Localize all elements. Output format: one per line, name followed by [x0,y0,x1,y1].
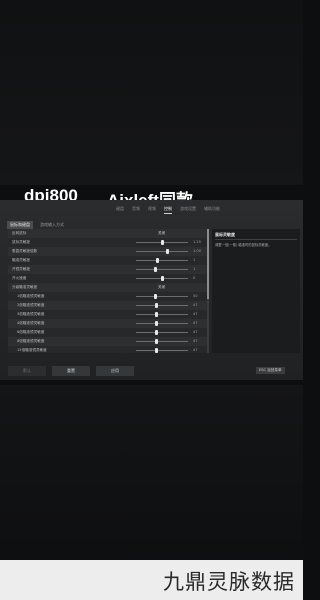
top-background [0,0,303,185]
slider-handle[interactable] [160,276,164,281]
setting-value[interactable]: 1 [193,258,195,262]
setting-value[interactable]: 1.00 [193,249,201,253]
slider-track[interactable] [136,305,188,306]
scrollbar-thumb[interactable] [207,229,209,299]
setting-row[interactable]: 开火速度 0 [8,274,207,283]
setting-value[interactable]: 1.25 [193,240,201,244]
setting-label: 4倍瞄准镜灵敏度 [17,321,45,325]
slider-handle[interactable] [154,267,158,272]
apply-button[interactable]: 应用 [96,366,134,376]
bottom-background [0,385,303,560]
setting-label: 3倍瞄准镜灵敏度 [17,312,45,316]
default-button[interactable]: 默认 [8,366,46,376]
slider-handle[interactable] [155,348,159,353]
tab-video[interactable]: 视频 [148,206,156,214]
subtab-game-input[interactable]: 游戏输入方式 [37,221,67,229]
tab-keyboard[interactable]: 键盘 [116,206,124,214]
setting-value[interactable]: 47 [193,330,198,334]
setting-label: 2倍瞄准镜灵敏度 [17,303,45,307]
slider-handle[interactable] [155,312,159,317]
watermark-text: 九鼎灵脉数据 [163,570,295,594]
slider-track[interactable] [136,350,188,351]
top-nav: 键盘 音频 视频 控制 游戏设置 辅助功能 [116,206,220,214]
sub-tabs: 鼠标和键盘 游戏输入方式 [7,221,67,229]
slider-handle[interactable] [165,249,169,254]
setting-label: 开镜灵敏度 [12,267,30,271]
slider-track[interactable] [136,269,188,270]
settings-scrollbar[interactable] [207,229,209,353]
setting-label: 1倍瞄准镜灵敏度 [17,294,45,298]
tab-controls[interactable]: 控制 [164,206,172,214]
slider-track[interactable] [136,314,188,315]
slider-handle[interactable] [155,330,159,335]
help-body: 调整一倍(一般) 瞄准时的鼠标灵敏度。 [215,243,272,247]
setting-label: 垂直灵敏度倍数 [12,249,38,253]
setting-row[interactable]: 分级瞄准灵敏度 关闭 [8,283,207,292]
setting-label: 反转鼠标 [12,231,27,235]
slider-track[interactable] [136,260,188,261]
setting-value[interactable]: 1 [193,267,195,271]
setting-row[interactable]: 反转鼠标 关闭 [8,229,207,238]
setting-row[interactable]: 开镜灵敏度 1 [8,265,207,274]
help-panel: 鼠标灵敏度 调整一倍(一般) 瞄准时的鼠标灵敏度。 [212,229,300,353]
slider-track[interactable] [136,332,188,333]
slider-handle[interactable] [160,240,164,245]
setting-row[interactable]: 瞄准灵敏度 1 [8,256,207,265]
tab-accessibility[interactable]: 辅助功能 [204,206,220,214]
setting-label: 分级瞄准灵敏度 [12,285,38,289]
toggle-value[interactable]: 关闭 [158,231,165,236]
help-title: 鼠标灵敏度 [215,232,235,237]
slider-track[interactable] [136,323,188,324]
setting-value[interactable]: 0 [193,276,195,280]
esc-key-hint[interactable]: ESC 返回菜单 [256,367,285,374]
setting-value[interactable]: 47 [193,312,198,316]
tab-audio[interactable]: 音频 [132,206,140,214]
setting-label: 鼠标灵敏度 [12,240,30,244]
setting-label: 15倍瞄准镜灵敏度 [17,348,47,352]
setting-label: 8倍瞄准镜灵敏度 [17,339,45,343]
slider-track[interactable] [136,251,188,252]
setting-row[interactable]: 8倍瞄准镜灵敏度 47 [8,337,207,346]
setting-row[interactable]: 1倍瞄准镜灵敏度 50 [8,292,207,301]
tab-gameplay[interactable]: 游戏设置 [180,206,196,214]
toggle-value[interactable]: 关闭 [158,285,165,290]
subtab-mouse-keyboard[interactable]: 鼠标和键盘 [7,221,33,229]
setting-label: 6倍瞄准镜灵敏度 [17,330,45,334]
reset-button[interactable]: 重置 [52,366,90,376]
settings-list: 反转鼠标 关闭 鼠标灵敏度 1.25 垂直灵敏度倍数 1.00 瞄准灵敏度 1 开镜灵敏度 1 开火… [8,229,207,353]
setting-label: 开火速度 [12,276,27,280]
setting-value[interactable]: 50 [193,294,198,298]
setting-value[interactable]: 47 [193,348,198,352]
setting-row[interactable]: 4倍瞄准镜灵敏度 47 [8,319,207,328]
slider-handle[interactable] [156,258,160,263]
setting-value[interactable]: 47 [193,339,198,343]
slider-handle[interactable] [155,339,159,344]
slider-handle[interactable] [155,303,159,308]
help-divider [215,239,297,240]
setting-row[interactable]: 鼠标灵敏度 1.25 [8,238,207,247]
setting-value[interactable]: 47 [193,303,198,307]
slider-track[interactable] [136,341,188,342]
setting-row[interactable]: 15倍瞄准镜灵敏度 47 [8,346,207,353]
slider-track[interactable] [136,296,188,297]
setting-row[interactable]: 垂直灵敏度倍数 1.00 [8,247,207,256]
setting-label: 瞄准灵敏度 [12,258,30,262]
setting-value[interactable]: 47 [193,321,198,325]
slider-handle[interactable] [155,321,159,326]
setting-row[interactable]: 6倍瞄准镜灵敏度 47 [8,328,207,337]
setting-row[interactable]: 3倍瞄准镜灵敏度 47 [8,310,207,319]
setting-row[interactable]: 2倍瞄准镜灵敏度 47 [8,301,207,310]
slider-handle[interactable] [154,294,158,299]
